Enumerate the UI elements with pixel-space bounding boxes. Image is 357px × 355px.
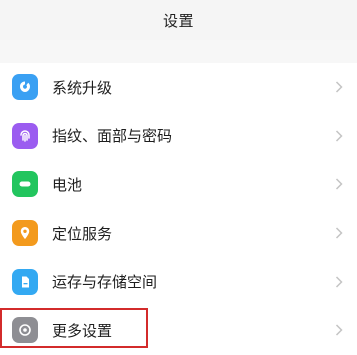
settings-item-more-settings[interactable]: 更多设置	[0, 306, 357, 355]
chevron-right-icon	[335, 276, 343, 288]
location-icon	[12, 220, 38, 247]
top-bar: 设置	[0, 0, 357, 40]
chevron-right-icon	[335, 81, 343, 93]
battery-icon	[12, 171, 38, 198]
settings-item-location[interactable]: 定位服务	[0, 209, 357, 258]
settings-item-label: 电池	[52, 175, 83, 194]
page-title: 设置	[162, 11, 194, 30]
system-update-icon	[12, 74, 38, 101]
settings-item-fingerprint-face-password[interactable]: 指纹、面部与密码	[0, 112, 357, 161]
settings-item-system-update[interactable]: 系统升级	[0, 63, 357, 112]
chevron-right-icon	[335, 178, 343, 191]
gear-icon	[12, 317, 38, 344]
chevron-right-icon	[335, 227, 343, 239]
settings-item-label: 运存与存储空间	[52, 273, 158, 292]
settings-item-label: 更多设置	[52, 321, 113, 340]
settings-item-label: 系统升级	[52, 78, 113, 97]
storage-icon	[12, 268, 38, 295]
settings-item-label: 定位服务	[52, 224, 113, 243]
settings-list: 系统升级 指纹、面部与密码 电池 定位服务 运存与存储空间 更多设置	[0, 63, 357, 355]
chevron-right-icon	[335, 324, 343, 336]
settings-item-battery[interactable]: 电池	[0, 160, 357, 209]
chevron-right-icon	[335, 130, 343, 142]
fingerprint-icon	[12, 122, 38, 149]
settings-item-label: 指纹、面部与密码	[52, 127, 173, 146]
settings-item-storage[interactable]: 运存与存储空间	[0, 257, 357, 306]
